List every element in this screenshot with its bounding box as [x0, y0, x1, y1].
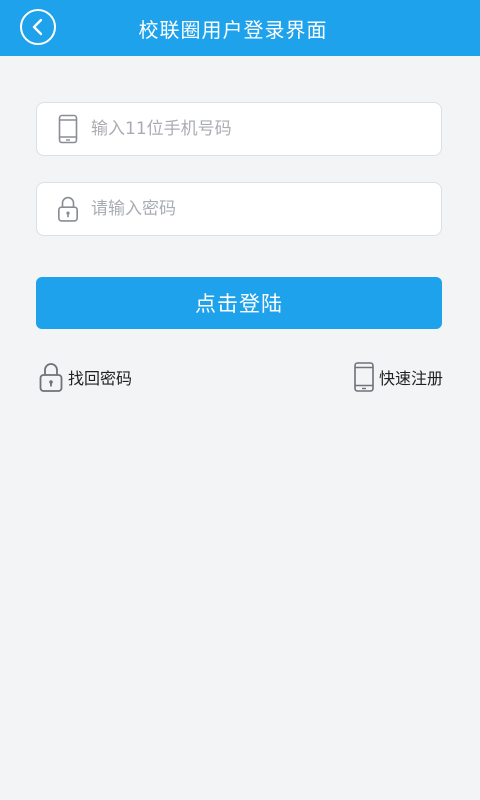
- phone-icon: [353, 361, 375, 393]
- quick-register-link[interactable]: 快速注册: [353, 360, 443, 394]
- phone-icon: [57, 114, 79, 144]
- back-circle-icon: [32, 18, 43, 36]
- password-field-container: [36, 182, 442, 236]
- back-button[interactable]: [20, 9, 56, 45]
- login-button[interactable]: 点击登陆: [36, 277, 442, 329]
- page-title: 校联圈用户登录界面: [138, 17, 328, 42]
- lock-icon: [38, 361, 64, 393]
- quick-register-label: 快速注册: [378, 369, 443, 388]
- phone-input[interactable]: [91, 109, 441, 149]
- password-input[interactable]: [91, 189, 441, 229]
- title-bar: 校联圈用户登录界面: [0, 0, 480, 56]
- find-password-label: 找回密码: [68, 369, 133, 388]
- phone-field-container: [36, 102, 442, 156]
- lock-icon: [57, 194, 79, 224]
- find-password-link[interactable]: 找回密码: [38, 360, 132, 394]
